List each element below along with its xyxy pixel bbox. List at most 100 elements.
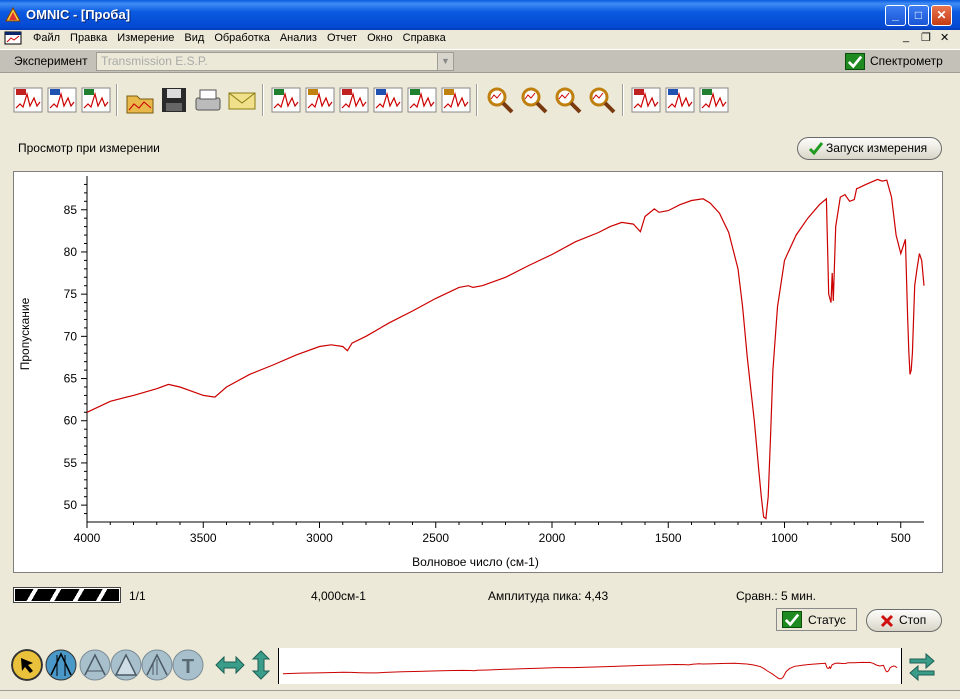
collect-sample-icon[interactable]	[12, 84, 44, 116]
text-icon[interactable]: T	[172, 649, 204, 681]
menu-bar: Файл Правка Измерение Вид Обработка Анализ Отч…	[0, 30, 960, 48]
print-icon[interactable]	[192, 84, 224, 116]
menu-item-5[interactable]: Анализ	[275, 31, 322, 45]
toolbar-separator	[116, 84, 118, 116]
smooth-icon[interactable]	[372, 84, 404, 116]
y-tick-label: 65	[64, 372, 78, 386]
x-tick-label: 2000	[539, 531, 566, 545]
x-tick-label: 1500	[655, 531, 682, 545]
omnic-app-icon[interactable]	[5, 7, 21, 23]
menu-item-0[interactable]: Файл	[28, 31, 65, 45]
minimize-button[interactable]: _	[885, 5, 906, 26]
spectral-tools-icon[interactable]	[518, 84, 550, 116]
spectrometer-status-check-icon[interactable]	[845, 53, 865, 70]
spectrometer-label: Спектрометр	[870, 54, 943, 68]
stop-button[interactable]: Стоп	[866, 609, 942, 632]
y-tick-label: 80	[64, 245, 78, 259]
print-report-icon[interactable]	[664, 84, 696, 116]
svg-text:T: T	[182, 656, 194, 678]
x-tick-label: 3000	[306, 531, 333, 545]
normalize-icon[interactable]	[406, 84, 438, 116]
mail-icon[interactable]	[226, 84, 258, 116]
mdi-minimize-button[interactable]: _	[903, 31, 909, 43]
ir-signal-icon[interactable]	[586, 84, 618, 116]
experiment-select[interactable]: Transmission E.S.P. ▼	[96, 52, 454, 71]
analysis-icon[interactable]	[698, 84, 730, 116]
collect-series-icon[interactable]	[80, 84, 112, 116]
maximize-button[interactable]: □	[908, 5, 929, 26]
experiment-bar: Эксперимент Transmission E.S.P. ▼ Спектр…	[0, 49, 960, 73]
library-search-icon[interactable]	[484, 84, 516, 116]
report-icon[interactable]	[630, 84, 662, 116]
save-icon[interactable]	[158, 84, 190, 116]
menu-item-3[interactable]: Вид	[179, 31, 209, 45]
y-tick-label: 75	[64, 287, 78, 301]
y-tick-label: 70	[64, 329, 78, 343]
peak-height-icon[interactable]	[79, 649, 111, 681]
y-tick-label: 50	[64, 498, 78, 512]
stop-x-icon	[880, 614, 894, 628]
experiment-select-value: Transmission E.S.P.	[101, 54, 208, 68]
shift-view-icon[interactable]	[906, 649, 938, 681]
baseline-correct-icon[interactable]	[270, 84, 302, 116]
find-peaks-icon[interactable]	[440, 84, 472, 116]
pointer-icon[interactable]	[11, 649, 43, 681]
peak-area-icon[interactable]	[110, 649, 142, 681]
overview-pane[interactable]	[278, 648, 902, 684]
menu-item-4[interactable]: Обработка	[209, 31, 274, 45]
automatic-baseline-icon[interactable]	[304, 84, 336, 116]
y-tick-label: 85	[64, 203, 78, 217]
toolbar-separator	[622, 84, 624, 116]
spectrum-chart[interactable]: 4000 3500 3000 2500 2000 1500 1000 500 50 55 60 65 7…	[13, 171, 943, 573]
x-tick-label: 4000	[74, 531, 101, 545]
status-check-icon	[782, 611, 802, 628]
y-tick-label: 55	[64, 456, 78, 470]
status-label: Статус	[808, 613, 846, 627]
x-axis-label: Волновое число (см-1)	[412, 555, 539, 569]
overview-spectrum[interactable]	[279, 648, 901, 684]
status-indicator[interactable]: Статус	[776, 608, 857, 631]
common-scale-icon[interactable]	[245, 649, 277, 681]
window-title: OMNIC - [Проба]	[26, 7, 131, 22]
collection-progress-bar	[13, 587, 121, 603]
resolution-value: 4,000см-1	[311, 589, 366, 603]
open-icon[interactable]	[124, 84, 156, 116]
scan-count: 1/1	[129, 589, 146, 603]
close-button[interactable]: ✕	[931, 5, 952, 26]
toolbar-separator	[262, 84, 264, 116]
preview-label: Просмотр при измерении	[18, 141, 160, 155]
quant-search-icon[interactable]	[552, 84, 584, 116]
start-collection-label: Запуск измерения	[826, 141, 928, 155]
mdi-close-button[interactable]: ✕	[940, 31, 949, 44]
document-window-icon[interactable]	[4, 31, 22, 45]
overview-line-0	[282, 661, 898, 680]
region-icon[interactable]	[45, 649, 77, 681]
x-tick-label: 1000	[771, 531, 798, 545]
full-scale-icon[interactable]	[214, 649, 246, 681]
y-tick-label: 60	[64, 414, 78, 428]
compare-interval: Сравн.: 5 мин.	[736, 589, 816, 603]
x-tick-label: 2500	[422, 531, 449, 545]
menu-item-1[interactable]: Правка	[65, 31, 112, 45]
x-tick-label: 3500	[190, 531, 217, 545]
mdi-restore-button[interactable]: ❐	[921, 31, 931, 44]
chevron-down-icon[interactable]: ▼	[437, 53, 453, 70]
menu-items: Файл Правка Измерение Вид Обработка Анализ Отч…	[28, 31, 451, 45]
spectrum-plot[interactable]: 4000 3500 3000 2500 2000 1500 1000 500 50 55 60 65 7…	[14, 172, 942, 572]
spectral-subtract-icon[interactable]	[141, 649, 173, 681]
y-axis-label: Пропускание	[18, 297, 32, 370]
peak-amplitude: Амплитуда пика: 4,43	[488, 589, 609, 603]
x-tick-label: 500	[891, 531, 911, 545]
start-collection-button[interactable]: Запуск измерения	[797, 137, 942, 160]
menu-item-2[interactable]: Измерение	[112, 31, 179, 45]
status-line	[0, 690, 960, 699]
title-bar: OMNIC - [Проба] _ □ ✕	[0, 0, 960, 30]
subtract-icon[interactable]	[338, 84, 370, 116]
main-toolbar	[0, 76, 960, 124]
progress-fill	[15, 589, 119, 601]
menu-item-8[interactable]: Справка	[398, 31, 451, 45]
menu-item-6[interactable]: Отчет	[322, 31, 362, 45]
experiment-label: Эксперимент	[14, 54, 88, 68]
menu-item-7[interactable]: Окно	[362, 31, 398, 45]
collect-background-icon[interactable]	[46, 84, 78, 116]
